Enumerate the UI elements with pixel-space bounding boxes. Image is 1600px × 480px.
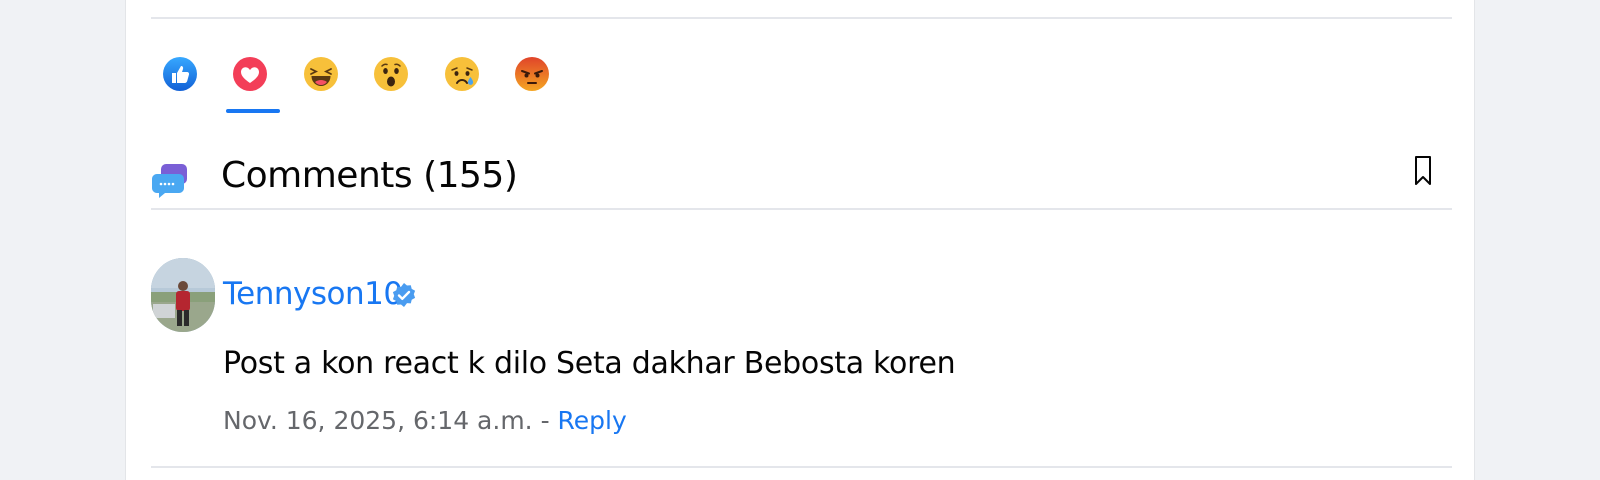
heart-icon	[233, 57, 267, 91]
laughing-face-icon	[304, 57, 338, 91]
top-divider	[151, 17, 1452, 19]
sad-reaction-button[interactable]	[444, 56, 480, 92]
comment-timestamp: Nov. 16, 2025, 6:14 a.m.	[223, 406, 533, 435]
reply-link[interactable]: Reply	[558, 406, 627, 435]
wow-reaction-button[interactable]	[373, 56, 409, 92]
comment-bottom-divider	[151, 466, 1452, 468]
comments-divider	[151, 208, 1452, 210]
avatar[interactable]	[151, 258, 215, 332]
sad-face-icon	[445, 57, 479, 91]
angry-face-icon	[515, 57, 549, 91]
comment-username[interactable]: Tennyson10	[223, 276, 403, 312]
verified-badge-icon	[392, 283, 416, 307]
comments-title: Comments (155)	[221, 155, 518, 196]
like-reaction-button[interactable]	[162, 56, 198, 92]
comment-text: Post a kon react k dilo Seta dakhar Bebo…	[223, 346, 956, 381]
surprised-face-icon	[374, 57, 408, 91]
speech-bubbles-icon	[152, 164, 187, 198]
post-card: Comments (155) Tennyson10 Post a kon rea…	[125, 0, 1475, 480]
thumbs-up-icon	[163, 57, 197, 91]
comment-meta: Nov. 16, 2025, 6:14 a.m. - Reply	[223, 406, 627, 435]
bookmark-icon[interactable]	[1414, 156, 1432, 186]
selected-reaction-indicator	[226, 109, 280, 113]
haha-reaction-button[interactable]	[303, 56, 339, 92]
angry-reaction-button[interactable]	[514, 56, 550, 92]
love-reaction-button[interactable]	[232, 56, 268, 92]
comments-header: Comments (155)	[151, 150, 1452, 200]
user-photo	[151, 258, 215, 332]
meta-separator: -	[532, 406, 558, 435]
